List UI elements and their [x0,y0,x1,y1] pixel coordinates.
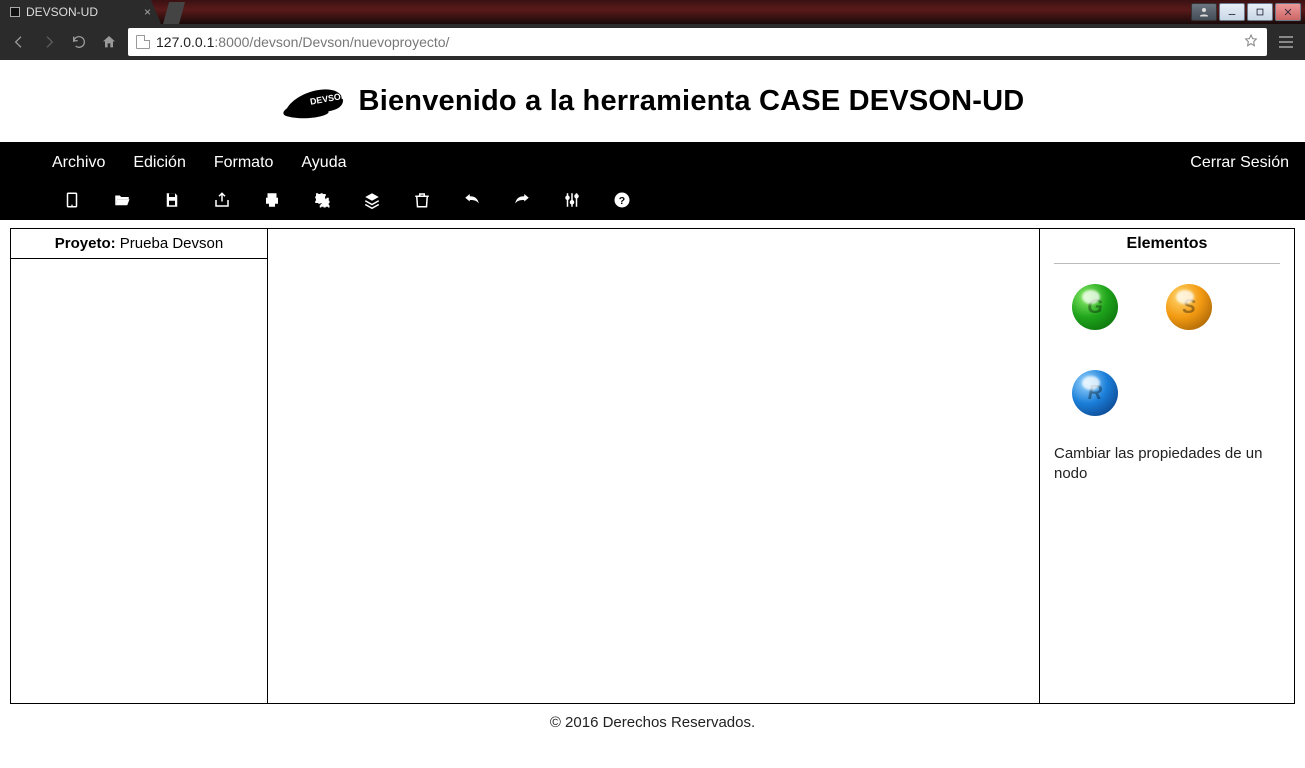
layers-icon[interactable] [362,190,382,210]
project-name: Prueba Devson [120,235,223,252]
workspace: Proyeto: Prueba Devson Elementos G S R C… [0,220,1305,708]
logo-icon: DEVSON [281,76,355,126]
favicon-placeholder-icon [10,7,20,17]
menu-formato[interactable]: Formato [214,154,274,172]
page-icon [136,35,150,49]
window-controls [1187,0,1305,24]
svg-text:?: ? [619,195,625,207]
window-maximize-button[interactable] [1247,3,1273,21]
user-account-button[interactable] [1191,3,1217,21]
browser-toolbar: 127.0.0.1:8000/devson/Devson/nuevoproyec… [0,24,1305,60]
settings-sliders-icon[interactable] [562,190,582,210]
url-text: 127.0.0.1:8000/devson/Devson/nuevoproyec… [156,34,1237,50]
elements-caption: Cambiar las propiedades de un nodo [1054,444,1280,485]
app-header: DEVSON Bienvenido a la herramienta CASE … [0,60,1305,142]
project-header: Proyeto: Prueba Devson [11,229,267,259]
menu-ayuda[interactable]: Ayuda [301,154,346,172]
print-icon[interactable] [262,190,282,210]
menu-archivo[interactable]: Archivo [52,154,105,172]
browser-tab[interactable]: DEVSON-UD × [0,0,161,24]
element-orange[interactable]: S [1166,284,1212,330]
nav-back-button[interactable] [8,31,30,53]
elements-title: Elementos [1054,235,1280,253]
folder-open-icon[interactable] [112,190,132,210]
browser-tab-title: DEVSON-UD [26,5,98,19]
window-close-button[interactable] [1275,3,1301,21]
footer-copyright: © 2016 Derechos Reservados. [0,708,1305,731]
logout-link[interactable]: Cerrar Sesión [1190,154,1289,172]
bookmark-star-icon[interactable] [1243,33,1259,52]
nav-reload-button[interactable] [68,31,90,53]
nav-forward-button[interactable] [38,31,60,53]
os-titlebar: DEVSON-UD × [0,0,1305,24]
app-menubar: Archivo Edición Formato Ayuda Cerrar Ses… [0,142,1305,220]
tablet-icon[interactable] [62,190,82,210]
tab-close-icon[interactable]: × [144,5,151,19]
undo-icon[interactable] [462,190,482,210]
toolbar: ? [52,182,1289,218]
address-bar[interactable]: 127.0.0.1:8000/devson/Devson/nuevoproyec… [128,28,1267,56]
browser-menu-button[interactable] [1275,31,1297,53]
delete-icon[interactable] [412,190,432,210]
element-green[interactable]: G [1072,284,1118,330]
project-label: Proyeto: [55,235,116,252]
project-panel: Proyeto: Prueba Devson [10,228,268,704]
nav-home-button[interactable] [98,31,120,53]
canvas-area[interactable] [268,228,1039,704]
element-blue[interactable]: R [1072,370,1118,416]
share-icon[interactable] [212,190,232,210]
divider [1054,263,1280,264]
window-minimize-button[interactable] [1219,3,1245,21]
menu-edicion[interactable]: Edición [133,154,185,172]
new-tab-button[interactable] [163,0,185,24]
elements-panel: Elementos G S R Cambiar las propiedades … [1039,228,1295,704]
select-group-icon[interactable] [312,190,332,210]
page-title: Bienvenido a la herramienta CASE DEVSON-… [359,85,1025,118]
help-icon[interactable]: ? [612,190,632,210]
redo-icon[interactable] [512,190,532,210]
save-icon[interactable] [162,190,182,210]
